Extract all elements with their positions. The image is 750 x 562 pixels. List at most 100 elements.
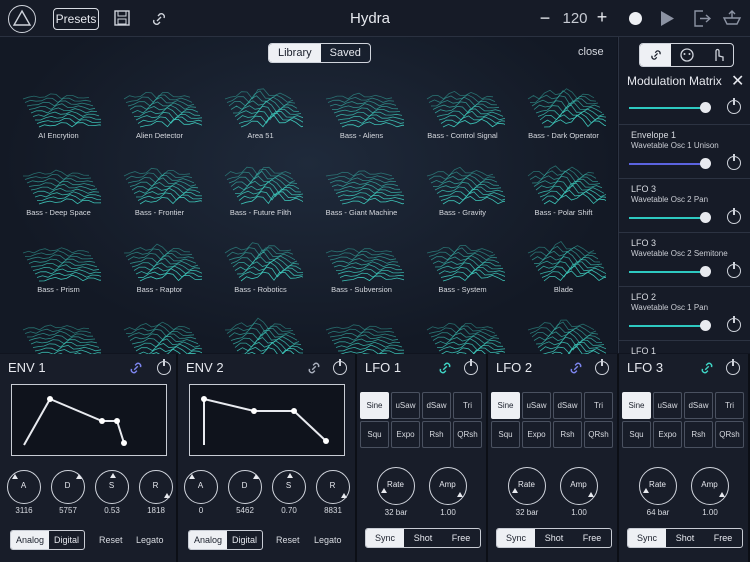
- wave-squ-button[interactable]: Squ: [622, 421, 651, 448]
- preset-tile[interactable]: Bass - Frontier: [109, 150, 210, 226]
- app-logo-icon[interactable]: [8, 5, 36, 33]
- mod-amount-handle[interactable]: [700, 102, 711, 113]
- preset-tile[interactable]: Bass - Subversion: [311, 227, 412, 303]
- env2-knob-d[interactable]: D: [228, 470, 262, 504]
- lfo-rate-knob[interactable]: Rate: [639, 467, 677, 505]
- env1-graph[interactable]: [11, 384, 167, 456]
- env1-power-icon[interactable]: [157, 359, 171, 375]
- mod-amount-slider[interactable]: [629, 320, 711, 331]
- close-library-button[interactable]: close: [578, 46, 604, 58]
- tab-touch-icon[interactable]: [702, 44, 733, 66]
- env1-link-icon[interactable]: [128, 360, 144, 379]
- mod-power-icon[interactable]: [727, 154, 741, 170]
- sync-shot-button[interactable]: Shot: [535, 529, 573, 547]
- lfo-amp-knob[interactable]: Amp: [429, 467, 467, 505]
- preset-tile[interactable]: Bass - System: [412, 227, 513, 303]
- play-icon[interactable]: [661, 11, 674, 31]
- preset-tile[interactable]: Bass - Control Signal: [412, 73, 513, 149]
- sync-shot-button[interactable]: Shot: [404, 529, 442, 547]
- preset-tile[interactable]: Bass - Polar Shift: [513, 150, 614, 226]
- wave-rsh-button[interactable]: Rsh: [684, 421, 713, 448]
- tab-link-icon[interactable]: [640, 44, 671, 66]
- sync-sync-button[interactable]: Sync: [497, 529, 535, 547]
- wave-qrsh-button[interactable]: QRsh: [715, 421, 744, 448]
- audiobus-icon[interactable]: [722, 8, 742, 33]
- mod-amount-slider[interactable]: [629, 212, 711, 223]
- link-icon[interactable]: [150, 10, 168, 33]
- preset-tile[interactable]: Bass - Future Filth: [210, 150, 311, 226]
- env2-knob-r[interactable]: R: [316, 470, 350, 504]
- modulation-slot[interactable]: Envelope 1 Wavetable Osc 1 Unison: [619, 124, 750, 178]
- env1-legato-button[interactable]: Legato: [136, 535, 164, 545]
- wave-sine-button[interactable]: Sine: [491, 392, 520, 419]
- presets-button[interactable]: Presets: [53, 8, 99, 30]
- preset-tile[interactable]: Bass - Giant Machine: [311, 150, 412, 226]
- tempo-decrease-button[interactable]: −: [537, 8, 553, 29]
- mod-amount-handle[interactable]: [700, 212, 711, 223]
- env2-power-icon[interactable]: [333, 359, 347, 375]
- wave-qrsh-button[interactable]: QRsh: [584, 421, 613, 448]
- lfo-amp-knob[interactable]: Amp: [691, 467, 729, 505]
- wave-squ-button[interactable]: Squ: [491, 421, 520, 448]
- sync-free-button[interactable]: Free: [573, 529, 611, 547]
- wave-usaw-button[interactable]: uSaw: [391, 392, 420, 419]
- lfo-rate-knob[interactable]: Rate: [508, 467, 546, 505]
- lfo-link-icon[interactable]: [699, 360, 715, 379]
- modulation-slot[interactable]: LFO 2 Wavetable Osc 1 Pan: [619, 286, 750, 340]
- record-icon[interactable]: [629, 12, 642, 25]
- preset-tile[interactable]: Bass - Robotics: [210, 227, 311, 303]
- mod-power-icon[interactable]: [727, 262, 741, 278]
- save-icon[interactable]: [114, 10, 130, 31]
- tab-saved[interactable]: Saved: [321, 44, 370, 62]
- wave-dsaw-button[interactable]: dSaw: [422, 392, 451, 419]
- env1-knob-r[interactable]: R: [139, 470, 173, 504]
- wave-rsh-button[interactable]: Rsh: [553, 421, 582, 448]
- lfo-power-icon[interactable]: [595, 359, 609, 375]
- preset-tile[interactable]: Area 51: [210, 73, 311, 149]
- env1-digital-button[interactable]: Digital: [49, 531, 84, 549]
- wave-usaw-button[interactable]: uSaw: [522, 392, 551, 419]
- env2-link-icon[interactable]: [306, 360, 322, 379]
- env2-graph[interactable]: [189, 384, 345, 456]
- env1-knob-s[interactable]: S: [95, 470, 129, 504]
- lfo-link-icon[interactable]: [437, 360, 453, 379]
- sync-sync-button[interactable]: Sync: [366, 529, 404, 547]
- preset-tile[interactable]: Bass - Gravity: [412, 150, 513, 226]
- sync-free-button[interactable]: Free: [704, 529, 742, 547]
- env1-knob-d[interactable]: D: [51, 470, 85, 504]
- mod-amount-slider[interactable]: [629, 102, 711, 113]
- preset-tile[interactable]: Bass - Dark Operator: [513, 73, 614, 149]
- sync-free-button[interactable]: Free: [442, 529, 480, 547]
- env2-reset-button[interactable]: Reset: [276, 535, 300, 545]
- wave-dsaw-button[interactable]: dSaw: [684, 392, 713, 419]
- preset-tile[interactable]: Alien Detector: [109, 73, 210, 149]
- lfo-amp-knob[interactable]: Amp: [560, 467, 598, 505]
- close-icon[interactable]: ✕: [731, 71, 744, 91]
- wave-expo-button[interactable]: Expo: [391, 421, 420, 448]
- env2-knob-s[interactable]: S: [272, 470, 306, 504]
- mod-power-icon[interactable]: [727, 208, 741, 224]
- preset-tile[interactable]: Bass - Deep Space: [8, 150, 109, 226]
- sync-sync-button[interactable]: Sync: [628, 529, 666, 547]
- tempo-increase-button[interactable]: +: [594, 7, 610, 28]
- export-icon[interactable]: [693, 10, 712, 32]
- mod-amount-slider[interactable]: [629, 158, 711, 169]
- sync-shot-button[interactable]: Shot: [666, 529, 704, 547]
- wave-tri-button[interactable]: Tri: [584, 392, 613, 419]
- tab-gamepad-icon[interactable]: [671, 44, 702, 66]
- env2-digital-button[interactable]: Digital: [227, 531, 262, 549]
- modulation-slot[interactable]: LFO 3 Wavetable Osc 2 Pan: [619, 178, 750, 232]
- wave-sine-button[interactable]: Sine: [360, 392, 389, 419]
- lfo-link-icon[interactable]: [568, 360, 584, 379]
- wave-tri-button[interactable]: Tri: [453, 392, 482, 419]
- env1-reset-button[interactable]: Reset: [99, 535, 123, 545]
- modulation-slot[interactable]: LFO 3 Wavetable Osc 2 Semitone: [619, 232, 750, 286]
- mod-amount-handle[interactable]: [700, 158, 711, 169]
- env2-analog-button[interactable]: Analog: [189, 531, 228, 549]
- env1-knob-a[interactable]: A: [7, 470, 41, 504]
- preset-tile[interactable]: Bass - Raptor: [109, 227, 210, 303]
- wave-sine-button[interactable]: Sine: [622, 392, 651, 419]
- mod-amount-handle[interactable]: [700, 266, 711, 277]
- mod-power-icon[interactable]: [727, 98, 741, 114]
- lfo-rate-knob[interactable]: Rate: [377, 467, 415, 505]
